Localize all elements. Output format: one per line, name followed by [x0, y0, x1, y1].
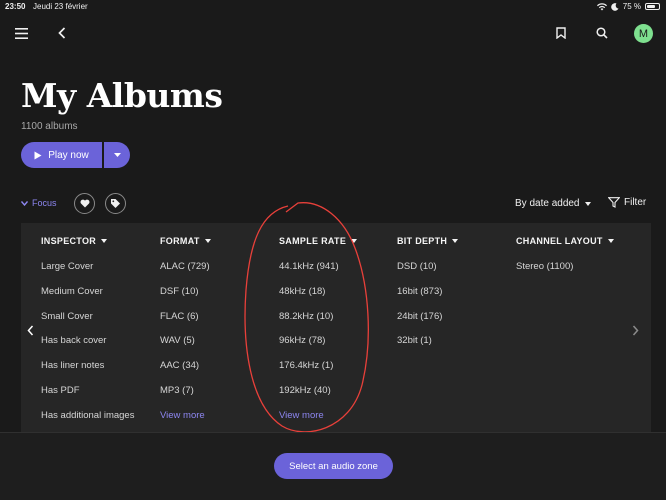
- filter-option[interactable]: 176.4kHz (1): [279, 360, 357, 385]
- caret-down-icon: [607, 239, 614, 243]
- column-sample-rate: SAMPLE RATE 44.1kHz (941) 48kHz (18) 88.…: [279, 235, 358, 435]
- album-count: 1100 albums: [21, 121, 78, 132]
- filter-option[interactable]: Medium Cover: [41, 286, 134, 311]
- chevron-down-icon: [21, 200, 28, 206]
- filter-label: Filter: [624, 197, 647, 208]
- filter-option[interactable]: 44.1kHz (941): [279, 261, 357, 286]
- status-date: Jeudi 23 février: [33, 2, 88, 11]
- battery-icon: [645, 3, 660, 10]
- heart-icon: [80, 199, 89, 208]
- scroll-left-icon[interactable]: [27, 325, 34, 339]
- filter-option[interactable]: WAV (5): [160, 335, 211, 360]
- column-format: FORMAT ALAC (729) DSF (10) FLAC (6) WAV …: [160, 235, 211, 435]
- page-title: My Albums: [21, 76, 223, 115]
- play-options-button[interactable]: [104, 142, 130, 168]
- filter-icon: [608, 197, 620, 208]
- filter-button[interactable]: Filter: [608, 197, 646, 208]
- filter-option[interactable]: FLAC (6): [160, 311, 211, 336]
- caret-down-icon: [101, 239, 108, 243]
- status-time: 23:50: [5, 2, 26, 11]
- caret-down-icon: [351, 239, 358, 243]
- moon-icon: [610, 2, 619, 11]
- filter-option[interactable]: Small Cover: [41, 311, 134, 336]
- column-header-label: FORMAT: [160, 236, 200, 246]
- view-more-link[interactable]: View more: [160, 410, 211, 435]
- battery-percent: 75 %: [622, 2, 641, 11]
- wifi-icon: [596, 2, 607, 10]
- status-bar: 23:50 Jeudi 23 février 75 %: [0, 0, 666, 14]
- filter-option[interactable]: 88.2kHz (10): [279, 311, 357, 336]
- focus-toggle[interactable]: Focus: [21, 198, 57, 208]
- caret-down-icon: [452, 239, 459, 243]
- column-inspector: INSPECTOR Large Cover Medium Cover Small…: [41, 235, 134, 435]
- column-header[interactable]: FORMAT: [160, 235, 211, 247]
- column-header-label: INSPECTOR: [41, 236, 97, 246]
- filter-option[interactable]: 96kHz (78): [279, 335, 357, 360]
- play-group: Play now: [21, 142, 130, 168]
- filter-option[interactable]: Stereo (1100): [516, 261, 614, 286]
- filter-option[interactable]: 24bit (176): [397, 311, 458, 336]
- bookmark-icon[interactable]: [555, 26, 567, 40]
- filter-option[interactable]: Has PDF: [41, 385, 134, 410]
- play-icon: [34, 151, 42, 159]
- filter-option[interactable]: AAC (34): [160, 360, 211, 385]
- filter-option[interactable]: DSD (10): [397, 261, 458, 286]
- scroll-right-icon[interactable]: [632, 325, 639, 339]
- filter-option[interactable]: 48kHz (18): [279, 286, 357, 311]
- filter-option[interactable]: Has liner notes: [41, 360, 134, 385]
- column-header[interactable]: SAMPLE RATE: [279, 235, 358, 247]
- caret-down-icon: [204, 239, 211, 243]
- filter-option[interactable]: DSF (10): [160, 286, 211, 311]
- filter-option[interactable]: Has additional images: [41, 410, 134, 435]
- filter-option[interactable]: ALAC (729): [160, 261, 211, 286]
- column-header[interactable]: CHANNEL LAYOUT: [516, 235, 614, 247]
- column-header-label: CHANNEL LAYOUT: [516, 236, 603, 246]
- focus-row: Focus By date added Filter: [21, 193, 651, 215]
- tag-icon: [111, 199, 120, 208]
- chevron-down-icon: [113, 153, 121, 157]
- column-channel-layout: CHANNEL LAYOUT Stereo (1100): [516, 235, 614, 286]
- column-header-label: SAMPLE RATE: [279, 236, 347, 246]
- filter-option[interactable]: 32bit (1): [397, 335, 458, 360]
- view-more-link[interactable]: View more: [279, 410, 357, 435]
- status-right: 75 %: [596, 2, 660, 11]
- filter-option[interactable]: 192kHz (40): [279, 385, 357, 410]
- back-icon[interactable]: [56, 26, 68, 40]
- sort-label: By date added: [515, 198, 580, 209]
- top-toolbar: M: [0, 18, 666, 50]
- caret-down-icon: [584, 201, 591, 206]
- filter-option[interactable]: 16bit (873): [397, 286, 458, 311]
- play-now-button[interactable]: Play now: [21, 142, 102, 168]
- menu-icon[interactable]: [13, 26, 29, 40]
- column-header[interactable]: BIT DEPTH: [397, 235, 459, 247]
- select-audio-zone-button[interactable]: Select an audio zone: [274, 453, 393, 479]
- sort-dropdown[interactable]: By date added: [515, 198, 591, 209]
- filter-option[interactable]: Has back cover: [41, 335, 134, 360]
- filter-option[interactable]: Large Cover: [41, 261, 134, 286]
- focus-label: Focus: [32, 198, 57, 208]
- avatar[interactable]: M: [634, 24, 653, 43]
- filter-panel: INSPECTOR Large Cover Medium Cover Small…: [21, 223, 651, 435]
- tag-filter-button[interactable]: [105, 193, 126, 214]
- play-now-label: Play now: [48, 149, 89, 161]
- favorite-filter-button[interactable]: [74, 193, 95, 214]
- column-header[interactable]: INSPECTOR: [41, 235, 134, 247]
- column-header-label: BIT DEPTH: [397, 236, 448, 246]
- column-bit-depth: BIT DEPTH DSD (10) 16bit (873) 24bit (17…: [397, 235, 459, 360]
- filter-option[interactable]: MP3 (7): [160, 385, 211, 410]
- search-icon[interactable]: [595, 26, 609, 40]
